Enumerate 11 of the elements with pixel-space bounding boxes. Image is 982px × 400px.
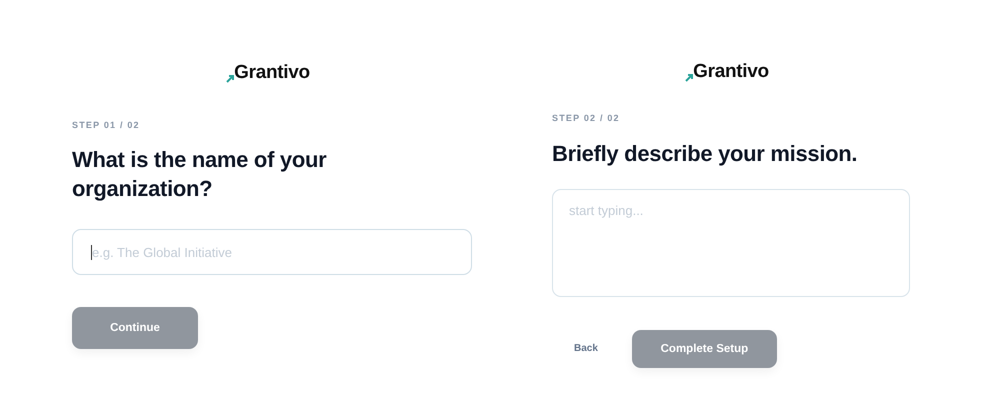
question-heading: Briefly describe your mission. bbox=[552, 140, 858, 168]
step-label: STEP 01 / 02 bbox=[72, 120, 141, 130]
logo-text: Grantivo bbox=[693, 61, 769, 83]
step-label: STEP 02 / 02 bbox=[552, 113, 621, 123]
arrow-icon bbox=[226, 74, 234, 82]
back-button[interactable]: Back bbox=[552, 343, 598, 354]
logo-text: Grantivo bbox=[234, 62, 310, 84]
arrow-icon bbox=[684, 72, 694, 82]
input-field[interactable]: e.g. The Global Initiative bbox=[72, 229, 472, 276]
question-heading: What is the name of your organization? bbox=[72, 146, 328, 203]
text-area[interactable]: start typing... bbox=[552, 188, 910, 297]
